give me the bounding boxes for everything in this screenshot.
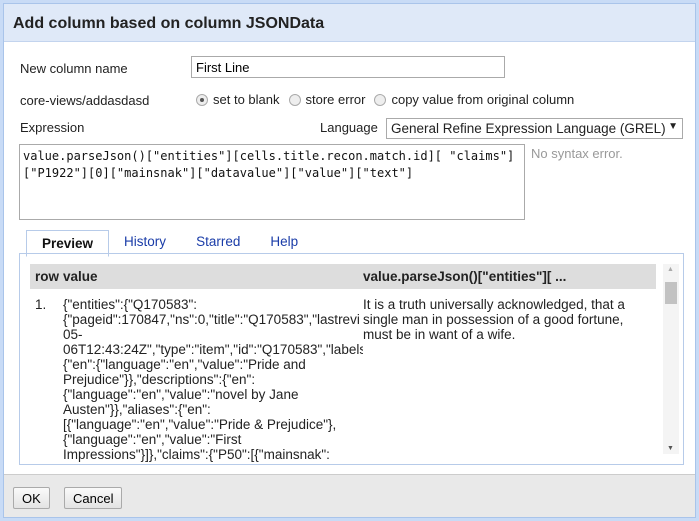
table-header: row value value.parseJson()["entities"][… (30, 264, 656, 289)
ok-button[interactable]: OK (13, 487, 50, 509)
tab-help[interactable]: Help (255, 229, 313, 256)
tab-history[interactable]: History (109, 229, 181, 256)
value-line: Impressions"}]},"claims":{"P50":[{"mains… (63, 447, 330, 462)
row-result: It is a truth universally acknowledged, … (363, 297, 625, 342)
row-value: {"entities":{"Q170583": {"pageid":170847,… (63, 297, 363, 462)
scroll-up-icon[interactable]: ▲ (667, 266, 674, 273)
value-line: {"language":"en","value":"First (63, 432, 242, 447)
language-label: Language (320, 120, 378, 135)
value-line: {"entities":{"Q170583": (63, 297, 198, 312)
dialog-footer: OK Cancel (4, 474, 695, 517)
new-column-name-input[interactable] (191, 56, 505, 78)
value-line: {"pageid":170847,"ns":0,"title":"Q170583… (63, 312, 360, 327)
scroll-thumb[interactable] (665, 282, 677, 304)
tab-starred[interactable]: Starred (181, 229, 255, 256)
value-line: Prejudice"}},"descriptions":{"en": (63, 372, 256, 387)
syntax-status: No syntax error. (531, 146, 623, 161)
expression-editor[interactable]: value.parseJson()["entities"][cells.titl… (19, 144, 525, 220)
value-line: Austen"}},"aliases":{"en": (63, 402, 211, 417)
header-row: row (35, 269, 60, 284)
dropdown-arrow-icon: ▼ (668, 121, 678, 132)
store-error-label: store error (305, 92, 366, 107)
value-line: 06T12:43:24Z","type":"item","id":"Q17058… (63, 342, 363, 357)
preview-scrollbar[interactable]: ▲ ▼ (663, 264, 679, 454)
value-line: {"language":"en","value":"novel by Jane (63, 387, 299, 402)
header-value: value (63, 269, 98, 284)
store-error-radio[interactable] (288, 93, 301, 106)
language-value: General Refine Expression Language (GREL… (391, 121, 666, 136)
row-number: 1. (35, 297, 47, 312)
dialog-title: Add column based on column JSONData (4, 4, 695, 42)
scroll-down-icon[interactable]: ▼ (667, 445, 674, 452)
cancel-button[interactable]: Cancel (64, 487, 123, 509)
value-line: {"en":{"language":"en","value":"Pride an… (63, 357, 306, 372)
new-column-label: New column name (20, 61, 128, 76)
preview-panel: row value value.parseJson()["entities"][… (19, 253, 684, 465)
copy-value-label: copy value from original column (391, 92, 575, 107)
language-select[interactable]: General Refine Expression Language (GREL… (386, 118, 683, 139)
expression-label: Expression (20, 120, 85, 135)
on-error-label: core-views/addasdasd (20, 93, 150, 108)
add-column-dialog: Add column based on column JSONData New … (3, 3, 696, 518)
table-row: 1. {"entities":{"Q170583": {"pageid":1708… (30, 289, 656, 462)
value-line: 05- (63, 327, 83, 342)
set-to-blank-label: set to blank (213, 92, 280, 107)
value-line: [{"language":"en","value":"Pride & Preju… (63, 417, 337, 432)
copy-value-radio[interactable] (374, 93, 387, 106)
header-result: value.parseJson()["entities"][ ... (363, 269, 567, 284)
preview-table: row value value.parseJson()["entities"][… (30, 264, 656, 464)
set-to-blank-radio[interactable] (196, 93, 208, 106)
